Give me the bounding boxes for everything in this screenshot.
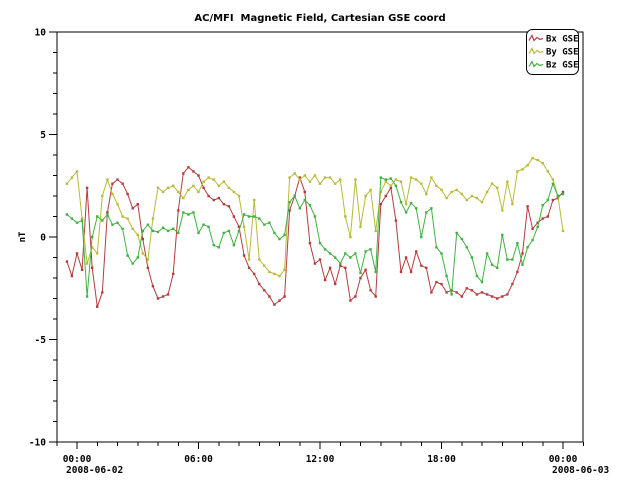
series-line-bz [67,178,563,297]
chart-title: AC/MFI Magnetic Field, Cartesian GSE coo… [194,13,445,24]
x-tick-label: 06:00 [184,454,213,465]
y-tick-label: -10 [29,438,46,449]
plot-frame [57,32,583,442]
y-tick-label: 5 [40,130,46,141]
x-tick-label: 18:00 [427,454,456,465]
x-tick-label: 12:00 [306,454,335,465]
y-axis: 10 5 0 -5 -10 [29,28,57,449]
x-date-label: 2008-06-02 [66,465,123,476]
x-tick-label: 00:00 [549,454,578,465]
legend-label: Bx GSE [546,35,579,45]
x-tick-label: 00:00 [63,454,92,465]
chart-canvas: AC/MFI Magnetic Field, Cartesian GSE coo… [0,0,640,480]
series-markers-bz [66,176,565,297]
x-axis: 00:002008-06-0206:0012:0018:0000:002008-… [57,442,610,476]
plot-border [57,32,583,442]
y-tick-label: -5 [35,335,47,346]
x-date-label: 2008-06-03 [552,465,609,476]
series-lines [66,157,565,308]
legend-label: By GSE [546,48,579,58]
y-axis-unit-label: nT [18,231,28,242]
legend-label: Bz GSE [546,61,579,71]
y-tick-label: 10 [35,28,47,39]
y-tick-label: 0 [40,233,46,244]
legend: Bx GSE By GSE Bz GSE [527,30,579,75]
magnetic-field-chart: AC/MFI Magnetic Field, Cartesian GSE coo… [0,0,640,480]
